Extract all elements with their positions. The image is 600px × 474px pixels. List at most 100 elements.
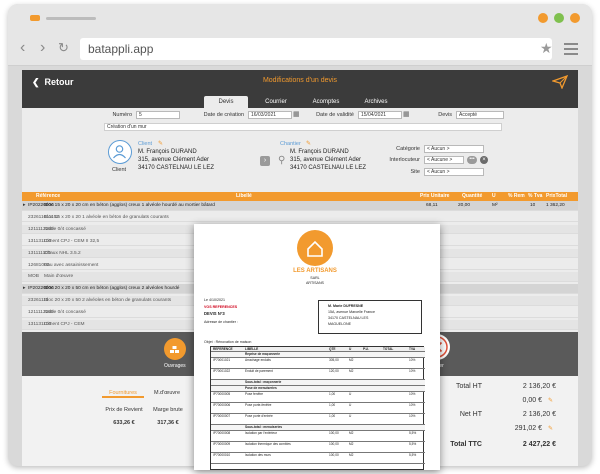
doc-cell-tva: 10%: [409, 392, 416, 396]
numero-input[interactable]: 5: [136, 111, 180, 119]
doc-cell-total-header: TOTAL: [383, 347, 394, 351]
company-legal-form: SARL: [310, 276, 320, 280]
col-prix-unitaire[interactable]: Prix Unitaire: [420, 192, 449, 201]
clear-interlocuteur-icon[interactable]: ×: [480, 156, 488, 164]
edit-tva-icon[interactable]: ✎: [548, 425, 553, 433]
expand-icon[interactable]: ▸: [23, 284, 26, 293]
net-ht-label: Net HT: [459, 411, 482, 418]
window-maximize-button[interactable]: [554, 13, 564, 23]
remise-value: 0,00 €: [522, 397, 542, 404]
doc-cell-reference: IP70000006: [213, 403, 231, 407]
recipient-name: M. Marie DUFRESNE: [328, 304, 364, 308]
more-options-icon[interactable]: •••: [467, 156, 477, 164]
col-quantite[interactable]: Quantité: [462, 192, 482, 201]
reload-icon[interactable]: ↻: [58, 40, 69, 56]
doc-cell-reference: IP70001022: [213, 369, 231, 373]
copy-to-chantier-button[interactable]: ›: [260, 156, 270, 166]
doc-cell-reference-header: REFERENCE: [213, 347, 233, 351]
back-arrow-icon[interactable]: ‹: [20, 40, 25, 56]
tab-devis[interactable]: Devis: [204, 96, 248, 108]
browser-menu-icon[interactable]: [564, 43, 578, 58]
doc-cell-qte: 1,00: [329, 403, 336, 407]
doc-cell-reference: IP70000009: [213, 442, 231, 446]
doc-cell-reference: IP70000005: [213, 392, 231, 396]
browser-tab-indicator[interactable]: [30, 15, 40, 21]
cell-libelle: Bloc 15 x 20 x 20 1 alvéole en béton de …: [44, 214, 169, 220]
tva-value: 291,02 €: [514, 425, 542, 432]
col-unite[interactable]: U: [492, 192, 496, 201]
tab-acomptes[interactable]: Acomptes: [304, 96, 348, 108]
doc-cell-reference: IP70001021: [213, 358, 231, 362]
table-row[interactable]: ▸ IP20220006 Bloc 15 x 20 x 20 cm en béton…: [22, 201, 578, 211]
doc-cell-qte: 100,00: [329, 453, 339, 457]
doc-cell-libelle: Enduit de parement: [245, 369, 273, 373]
doc-table-row: IP70000005 Pose fenêtre 1,00 U 10%: [211, 392, 425, 403]
doc-cell-qte: 100,00: [329, 431, 339, 435]
tab-archives[interactable]: Archives: [354, 96, 398, 108]
bookmark-star-icon[interactable]: ★: [540, 41, 553, 55]
interlocuteur-select[interactable]: < Aucune >: [424, 156, 464, 164]
col-libelle[interactable]: Libellé: [236, 192, 252, 201]
doc-table-row: IP70000009 Isolation thermique des comble…: [211, 442, 425, 453]
chantier-city: 34170 CASTELNAU LE LEZ: [290, 165, 367, 171]
marge-brute-value: 317,36 €: [157, 420, 179, 426]
col-prix-total[interactable]: PrixTotal: [546, 192, 567, 201]
doc-cell-unite: U: [349, 414, 352, 418]
doc-cell-unite-header: U: [349, 347, 352, 351]
doc-table-row: IP70000010 Isolation des murs 100,00 M2 5,5%: [211, 453, 425, 464]
devis-object-input[interactable]: Création d'un mur: [104, 123, 502, 131]
creation-date-label: Date de création: [203, 112, 244, 118]
tab-main-oeuvre[interactable]: M.d'œuvre: [146, 388, 188, 398]
doc-cell-tva: 5,5%: [409, 442, 417, 446]
doc-lines-table: REFERENCE LIBELLE QTE U P.U. TOTAL TVA Reprise …: [210, 346, 425, 470]
ouvrages-label: Ouvrages: [164, 363, 186, 369]
window-minimize-button[interactable]: [538, 13, 548, 23]
devis-status-label: Devis: [438, 112, 452, 118]
recipient-city-2: MAGUELONE: [328, 322, 351, 326]
edit-chantier-icon[interactable]: ✎: [306, 140, 311, 148]
chantier-location-icon: ⚲: [278, 155, 286, 166]
interlocuteur-label: Interlocuteur: [389, 157, 420, 163]
app-header: ❮ Retour Modifications d'un devis: [22, 70, 578, 94]
client-icon[interactable]: [108, 140, 132, 164]
calendar-icon[interactable]: ▦: [403, 111, 410, 119]
edit-client-icon[interactable]: ✎: [158, 140, 163, 148]
site-select[interactable]: < Aucun >: [424, 168, 484, 176]
col-tva[interactable]: % Tva: [528, 192, 542, 201]
client-name: M. François DURAND: [138, 149, 197, 155]
expand-icon[interactable]: ▸: [23, 201, 26, 210]
url-input[interactable]: batappli.app: [80, 38, 552, 60]
col-remise[interactable]: % Rem: [508, 192, 525, 201]
quote-preview-document: LES ARTISANS SARL ARTISANS Le 4/10/2021 …: [194, 224, 440, 470]
doc-cell-unite: M2: [349, 431, 354, 435]
total-ht-value: 2 136,20 €: [522, 383, 556, 390]
company-tagline: ARTISANS: [306, 281, 324, 285]
validite-date-input[interactable]: 15/04/2021: [358, 111, 402, 119]
validite-date-label: Date de validité: [316, 112, 354, 118]
table-row[interactable]: 232611011152 Bloc 15 x 20 x 20 1 alvéole …: [22, 212, 578, 223]
tab-courrier[interactable]: Courrier: [254, 96, 298, 108]
categorie-select[interactable]: < Aucun >: [424, 145, 484, 153]
creation-date-input[interactable]: 16/03/2021: [248, 111, 292, 119]
edit-remise-icon[interactable]: ✎: [548, 397, 553, 405]
net-ht-value: 2 136,20 €: [522, 411, 556, 418]
tab-fournitures[interactable]: Fournitures: [102, 388, 144, 398]
doc-cell-unite: M2: [349, 369, 354, 373]
ouvrages-button[interactable]: [164, 338, 186, 360]
doc-cell-libelle: Reprise de maçonnerie: [245, 352, 281, 356]
numero-label: Numéro: [112, 112, 132, 118]
forward-arrow-icon[interactable]: ›: [40, 40, 45, 56]
browser-tab-title: [46, 17, 96, 20]
doc-cell-unite: U: [349, 392, 352, 396]
window-close-button[interactable]: [570, 13, 580, 23]
doc-cell-libelle: Pose de menuiseries: [245, 386, 277, 390]
page-title: Modifications d'un devis: [262, 77, 338, 84]
doc-cell-pu-header: P.U.: [363, 347, 369, 351]
doc-objet: Objet : Rénovation de maison: [204, 340, 252, 344]
calendar-icon[interactable]: ▦: [293, 111, 300, 119]
send-icon[interactable]: [552, 75, 568, 89]
col-reference[interactable]: Référence: [36, 192, 60, 201]
doc-table-row: IP70001022 Enduit de parement 120,00 M2 10%: [211, 369, 425, 380]
doc-cell-tva: 5,5%: [409, 431, 417, 435]
devis-status-select[interactable]: Accepté: [456, 111, 504, 119]
